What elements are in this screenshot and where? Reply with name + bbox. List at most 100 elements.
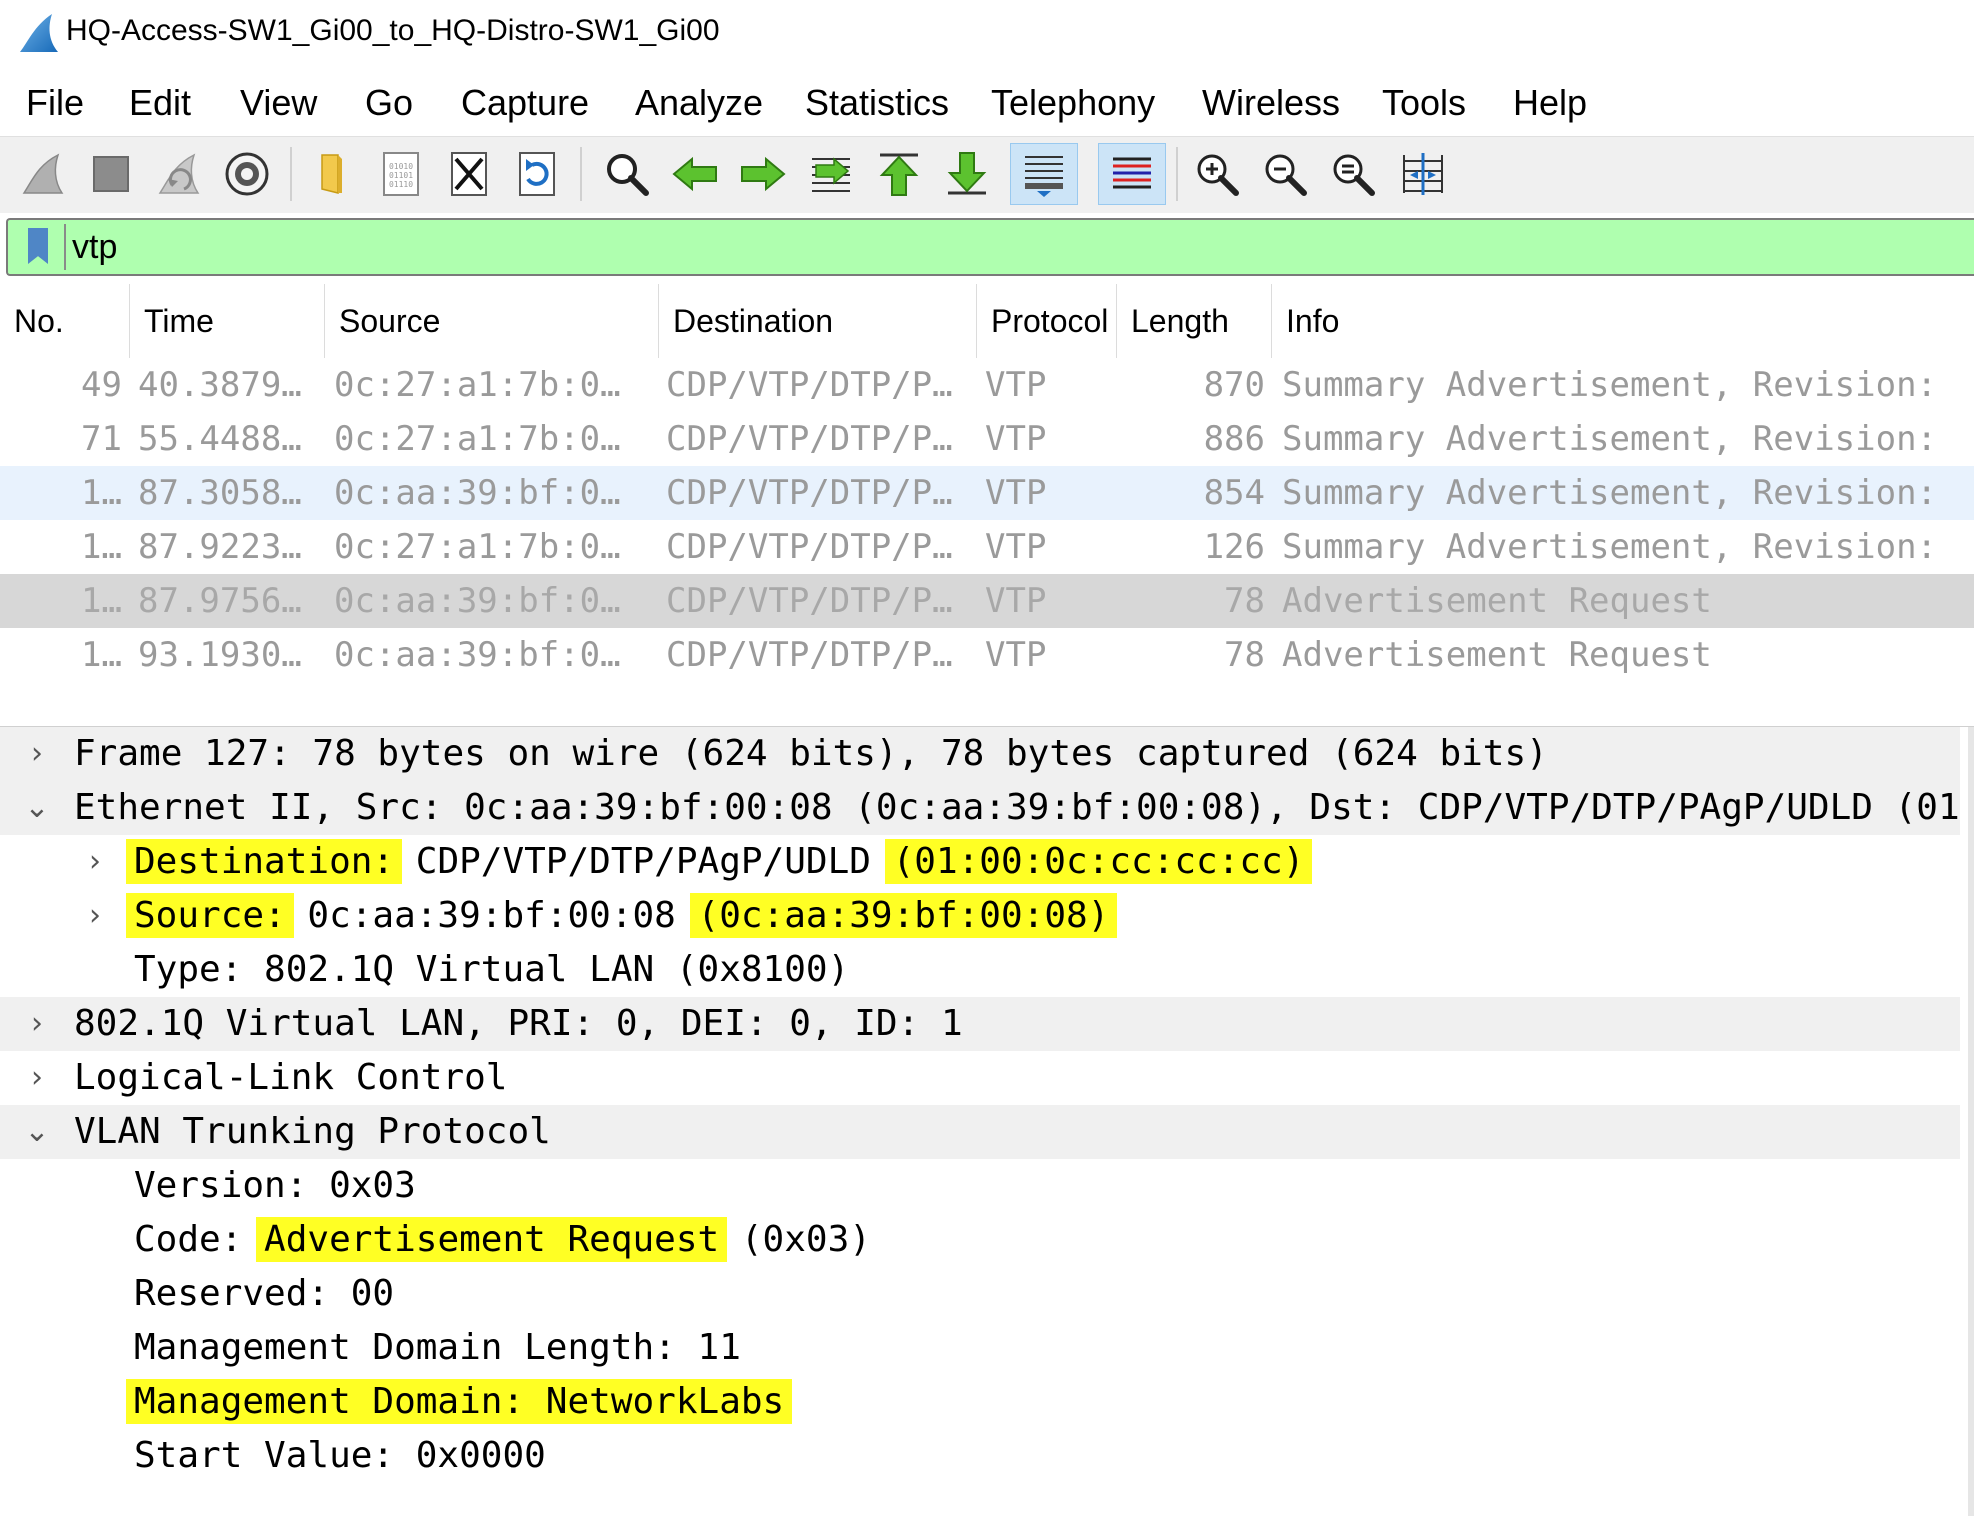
menu-capture[interactable]: Capture bbox=[461, 82, 589, 124]
packet-row[interactable]: 1… 87.9756… 0c:aa:39:bf:0… CDP/VTP/DTP/P… VT… bbox=[0, 574, 1974, 628]
svg-text:01110: 01110 bbox=[389, 180, 413, 189]
zoom-in-icon[interactable] bbox=[1186, 143, 1248, 205]
bookmark-icon[interactable] bbox=[14, 224, 66, 270]
column-header-protocol[interactable]: Protocol bbox=[977, 284, 1117, 358]
tree-row-vtp-domain[interactable]: Management Domain: NetworkLabs bbox=[0, 1375, 1960, 1429]
chevron-right-icon[interactable]: › bbox=[80, 889, 110, 943]
packet-row[interactable]: 71 55.4488… 0c:27:a1:7b:0… CDP/VTP/DTP/P… VT… bbox=[0, 412, 1974, 466]
packet-row[interactable]: 49 40.3879… 0c:27:a1:7b:0… CDP/VTP/DTP/P… VT… bbox=[0, 358, 1974, 412]
cell-no: 1… bbox=[81, 473, 122, 513]
column-header-no[interactable]: No. bbox=[0, 284, 130, 358]
cell-source: 0c:27:a1:7b:0… bbox=[334, 419, 621, 459]
colorize-icon[interactable] bbox=[1098, 143, 1166, 205]
save-file-icon[interactable]: 01010 01101 01110 bbox=[370, 143, 432, 205]
column-header-source[interactable]: Source bbox=[325, 284, 659, 358]
menu-file[interactable]: File bbox=[26, 82, 84, 124]
menu-edit[interactable]: Edit bbox=[129, 82, 191, 124]
resize-columns-icon[interactable] bbox=[1392, 143, 1454, 205]
chevron-right-icon[interactable]: › bbox=[22, 727, 52, 781]
menu-wireless[interactable]: Wireless bbox=[1202, 82, 1340, 124]
cell-time: 55.4488… bbox=[138, 419, 302, 459]
chevron-down-icon[interactable]: ⌄ bbox=[22, 781, 52, 835]
menu-statistics[interactable]: Statistics bbox=[805, 82, 949, 124]
cell-source: 0c:aa:39:bf:0… bbox=[334, 635, 621, 675]
autoscroll-icon[interactable] bbox=[1010, 143, 1078, 205]
cell-length: 78 bbox=[1224, 635, 1265, 675]
cell-time: 93.1930… bbox=[138, 635, 302, 675]
go-to-packet-icon[interactable] bbox=[800, 143, 862, 205]
packet-row[interactable]: 1… 93.1930… 0c:aa:39:bf:0… CDP/VTP/DTP/P… VT… bbox=[0, 628, 1974, 682]
capture-options-icon[interactable] bbox=[216, 143, 278, 205]
tree-row-vtp[interactable]: ⌄ VLAN Trunking Protocol bbox=[0, 1105, 1960, 1159]
tree-row-ethernet[interactable]: ⌄ Ethernet II, Src: 0c:aa:39:bf:00:08 (0… bbox=[0, 781, 1974, 835]
cell-protocol: VTP bbox=[985, 473, 1047, 513]
packet-row[interactable]: 1… 87.9223… 0c:27:a1:7b:0… CDP/VTP/DTP/P… VT… bbox=[0, 520, 1974, 574]
tree-row-frame[interactable]: › Frame 127: 78 bytes on wire (624 bits)… bbox=[0, 727, 1960, 781]
tree-row-vlan[interactable]: › 802.1Q Virtual LAN, PRI: 0, DEI: 0, ID… bbox=[0, 997, 1960, 1051]
go-back-icon[interactable] bbox=[664, 143, 726, 205]
packet-row[interactable]: 1… 87.3058… 0c:aa:39:bf:0… CDP/VTP/DTP/P… VT… bbox=[0, 466, 1974, 520]
tree-row-vtp-domain-length[interactable]: Management Domain Length: 11 bbox=[0, 1321, 1960, 1375]
chevron-down-icon[interactable]: ⌄ bbox=[22, 1105, 52, 1159]
display-filter-input[interactable] bbox=[72, 226, 1952, 268]
menu-view[interactable]: View bbox=[240, 82, 317, 124]
last-packet-icon[interactable] bbox=[936, 143, 998, 205]
tree-row-eth-source[interactable]: › Source: 0c:aa:39:bf:00:08 (0c:aa:39:bf… bbox=[0, 889, 1960, 943]
cell-destination: CDP/VTP/DTP/P… bbox=[666, 365, 953, 405]
cell-source: 0c:27:a1:7b:0… bbox=[334, 527, 621, 567]
open-file-icon[interactable] bbox=[302, 143, 364, 205]
menu-tools[interactable]: Tools bbox=[1382, 82, 1466, 124]
first-packet-icon[interactable] bbox=[868, 143, 930, 205]
tree-row-vtp-code[interactable]: Code: Advertisement Request (0x03) bbox=[0, 1213, 1960, 1267]
cell-time: 87.3058… bbox=[138, 473, 302, 513]
highlight-eth-dst-address: (01:00:0c:cc:cc:cc) bbox=[884, 839, 1313, 884]
cell-protocol: VTP bbox=[985, 365, 1047, 405]
menu-telephony[interactable]: Telephony bbox=[991, 82, 1155, 124]
cell-no: 71 bbox=[81, 419, 122, 459]
tree-row-vtp-reserved[interactable]: Reserved: 00 bbox=[0, 1267, 1960, 1321]
find-packet-icon[interactable] bbox=[596, 143, 658, 205]
chevron-right-icon[interactable]: › bbox=[80, 835, 110, 889]
cell-info: Summary Advertisement, Revision: bbox=[1282, 527, 1938, 567]
cell-info: Advertisement Request bbox=[1282, 635, 1712, 675]
highlight-vtp-code: Advertisement Request bbox=[256, 1217, 728, 1262]
packet-list: No. Time Source Destination Protocol Len… bbox=[0, 284, 1974, 718]
column-header-info[interactable]: Info bbox=[1272, 284, 1974, 358]
stop-capture-icon[interactable] bbox=[80, 143, 142, 205]
tree-row-llc[interactable]: › Logical-Link Control bbox=[0, 1051, 1960, 1105]
tree-row-vtp-version[interactable]: Version: 0x03 bbox=[0, 1159, 1960, 1213]
tree-row-eth-type[interactable]: Type: 802.1Q Virtual LAN (0x8100) bbox=[0, 943, 1960, 997]
close-file-icon[interactable] bbox=[438, 143, 500, 205]
menu-analyze[interactable]: Analyze bbox=[635, 82, 763, 124]
packet-list-header: No. Time Source Destination Protocol Len… bbox=[0, 284, 1974, 358]
column-header-time[interactable]: Time bbox=[130, 284, 325, 358]
cell-info: Summary Advertisement, Revision: bbox=[1282, 419, 1938, 459]
vertical-scrollbar[interactable] bbox=[1968, 727, 1974, 1516]
packet-details-pane: › Frame 127: 78 bytes on wire (624 bits)… bbox=[0, 726, 1974, 1516]
column-header-length[interactable]: Length bbox=[1117, 284, 1272, 358]
menu-help[interactable]: Help bbox=[1513, 82, 1587, 124]
toolbar-separator bbox=[580, 147, 582, 201]
restart-capture-icon[interactable] bbox=[148, 143, 210, 205]
cell-no: 49 bbox=[81, 365, 122, 405]
zoom-out-icon[interactable] bbox=[1254, 143, 1316, 205]
start-capture-icon[interactable] bbox=[12, 143, 74, 205]
cell-length: 886 bbox=[1203, 419, 1265, 459]
reload-file-icon[interactable] bbox=[506, 143, 568, 205]
wireshark-fin-icon bbox=[20, 14, 58, 52]
highlight-vtp-domain: Management Domain: NetworkLabs bbox=[126, 1379, 793, 1424]
tree-row-eth-destination[interactable]: › Destination: CDP/VTP/DTP/PAgP/UDLD (01… bbox=[0, 835, 1960, 889]
normal-size-icon[interactable] bbox=[1322, 143, 1384, 205]
cell-info: Advertisement Request bbox=[1282, 581, 1712, 621]
column-header-destination[interactable]: Destination bbox=[659, 284, 977, 358]
tree-row-vtp-start-value[interactable]: Start Value: 0x0000 bbox=[0, 1429, 1960, 1483]
chevron-right-icon[interactable]: › bbox=[22, 1051, 52, 1105]
svg-text:01010: 01010 bbox=[389, 162, 413, 171]
chevron-right-icon[interactable]: › bbox=[22, 997, 52, 1051]
highlight-eth-src-label: Source: bbox=[126, 893, 294, 938]
cell-source: 0c:aa:39:bf:0… bbox=[334, 581, 621, 621]
go-forward-icon[interactable] bbox=[732, 143, 794, 205]
cell-protocol: VTP bbox=[985, 635, 1047, 675]
menu-go[interactable]: Go bbox=[365, 82, 413, 124]
cell-no: 1… bbox=[81, 527, 122, 567]
